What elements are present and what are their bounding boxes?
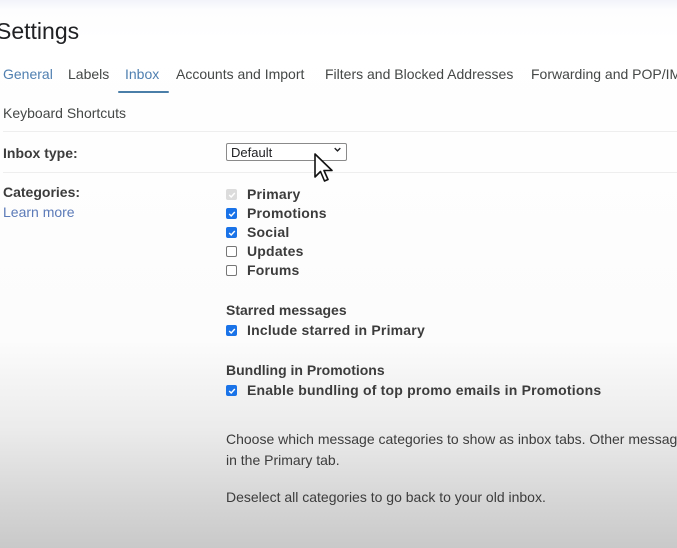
social-checkbox[interactable] <box>226 226 237 238</box>
check-icon <box>228 328 236 334</box>
divider <box>3 172 677 173</box>
active-tab-indicator <box>118 91 169 93</box>
inbox-type-label: Inbox type: <box>3 145 78 161</box>
categories-label: Categories: <box>3 184 81 200</box>
category-social: Social <box>226 223 289 241</box>
include-starred-label: Include starred in Primary <box>247 322 425 338</box>
category-promotions: Promotions <box>226 204 327 222</box>
social-label: Social <box>247 224 290 240</box>
help-text-line-3: Deselect all categories to go back to yo… <box>226 489 546 505</box>
tab-keyboard-shortcuts[interactable]: Keyboard Shortcuts <box>3 105 126 121</box>
tab-inbox[interactable]: Inbox <box>125 66 159 82</box>
category-forums: Forums <box>226 261 300 279</box>
help-text-line-1: Choose which message categories to show … <box>226 431 677 447</box>
tab-general[interactable]: General <box>3 66 53 82</box>
forums-checkbox[interactable] <box>226 264 237 276</box>
check-icon <box>228 192 236 198</box>
mouse-cursor-icon <box>314 153 333 182</box>
include-starred-option: Include starred in Primary <box>226 321 425 339</box>
tab-forwarding-and-pop-imap[interactable]: Forwarding and POP/IM <box>531 66 677 82</box>
check-icon <box>228 211 236 217</box>
promotions-label: Promotions <box>247 205 327 221</box>
inbox-type-value: Default <box>231 145 273 160</box>
chevron-down-icon <box>334 147 341 152</box>
include-starred-checkbox[interactable] <box>226 324 237 336</box>
help-text-line-2: in the Primary tab. <box>226 452 340 468</box>
settings-tabs: General Labels Inbox Accounts and Import… <box>0 66 677 92</box>
tab-accounts-and-import[interactable]: Accounts and Import <box>176 66 304 82</box>
enable-bundling-label: Enable bundling of top promo emails in P… <box>247 382 602 398</box>
primary-label: Primary <box>247 186 301 202</box>
enable-bundling-option: Enable bundling of top promo emails in P… <box>226 381 601 399</box>
divider <box>3 131 677 132</box>
check-icon <box>228 230 236 236</box>
page-title: Settings <box>0 18 80 44</box>
primary-checkbox <box>226 188 237 200</box>
tab-labels[interactable]: Labels <box>68 66 109 82</box>
check-icon <box>228 388 236 394</box>
tab-filters-and-blocked-addresses[interactable]: Filters and Blocked Addresses <box>325 66 513 82</box>
category-updates: Updates <box>226 242 304 260</box>
starred-messages-heading: Starred messages <box>226 302 347 318</box>
bundling-heading: Bundling in Promotions <box>226 362 385 378</box>
enable-bundling-checkbox[interactable] <box>226 384 237 396</box>
learn-more-link[interactable]: Learn more <box>3 204 75 220</box>
forums-label: Forums <box>247 262 300 278</box>
updates-label: Updates <box>247 243 304 259</box>
category-primary: Primary <box>226 185 301 203</box>
promotions-checkbox[interactable] <box>226 207 237 219</box>
updates-checkbox[interactable] <box>226 245 237 257</box>
